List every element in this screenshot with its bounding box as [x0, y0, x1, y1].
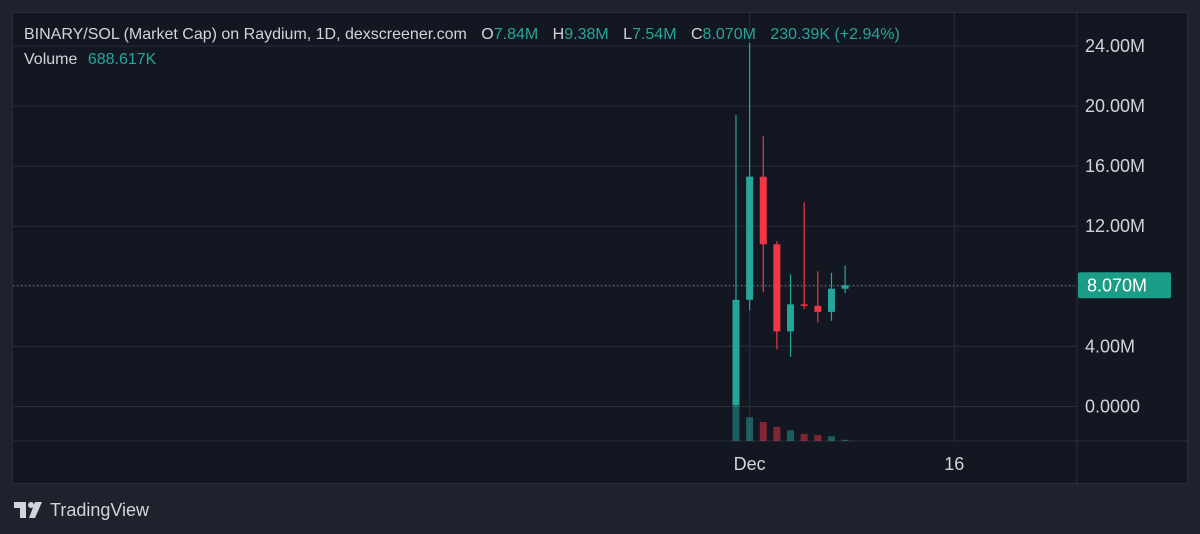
- legend-title: BINARY/SOL (Market Cap) on Raydium, 1D, …: [24, 26, 467, 43]
- candle-body: [800, 304, 808, 306]
- last-price-label: 8.070M: [1087, 275, 1147, 295]
- candle-body: [841, 285, 849, 289]
- volume-bar: [841, 439, 849, 441]
- legend-high: H9.38M: [552, 26, 609, 43]
- tradingview-logo-icon: [14, 502, 42, 518]
- volume-bar: [759, 422, 767, 441]
- legend-volume-value: 688.617K: [87, 51, 157, 68]
- candlestick-chart[interactable]: 24.00M20.00M16.00M12.00M8.000M4.00M0.000…: [13, 13, 1189, 485]
- candle-body: [814, 305, 822, 312]
- volume-bar: [773, 426, 781, 441]
- y-tick-label: 20.00M: [1085, 96, 1145, 116]
- volume-bar: [746, 417, 754, 441]
- tradingview-brand-name: TradingView: [50, 499, 150, 520]
- legend-low: L7.54M: [623, 26, 677, 43]
- volume-bar: [800, 433, 808, 441]
- candle-body: [732, 299, 740, 405]
- candle-body: [759, 176, 767, 245]
- chart-area[interactable]: 24.00M20.00M16.00M12.00M8.000M4.00M0.000…: [12, 12, 1189, 485]
- candle-body: [827, 288, 835, 312]
- volume-bar: [814, 435, 822, 441]
- y-tick-label: 12.00M: [1085, 216, 1145, 236]
- y-tick-label: 16.00M: [1085, 156, 1145, 176]
- y-tick-label: 24.00M: [1085, 36, 1145, 56]
- candle-body: [746, 176, 754, 300]
- x-tick-label: 16: [944, 454, 964, 474]
- candle-body: [773, 244, 781, 332]
- y-tick-label: 0.0000: [1085, 396, 1140, 416]
- x-tick-label: Dec: [734, 454, 766, 474]
- legend-price-row: BINARY/SOL (Market Cap) on Raydium, 1D, …: [24, 26, 900, 44]
- volume-bar: [787, 430, 795, 441]
- volume-bar: [732, 403, 740, 441]
- legend-open: O7.84M: [481, 26, 539, 43]
- candle-body: [787, 304, 795, 332]
- legend-volume-row: Volume 688.617K: [24, 51, 156, 69]
- y-tick-label: 4.00M: [1085, 336, 1135, 356]
- tradingview-branding[interactable]: TradingView: [14, 498, 149, 522]
- legend-close: C8.070M: [690, 26, 756, 43]
- volume-bar: [827, 436, 835, 441]
- legend-change: 230.39K (+2.94%): [770, 26, 900, 43]
- legend-volume-label: Volume: [24, 51, 78, 68]
